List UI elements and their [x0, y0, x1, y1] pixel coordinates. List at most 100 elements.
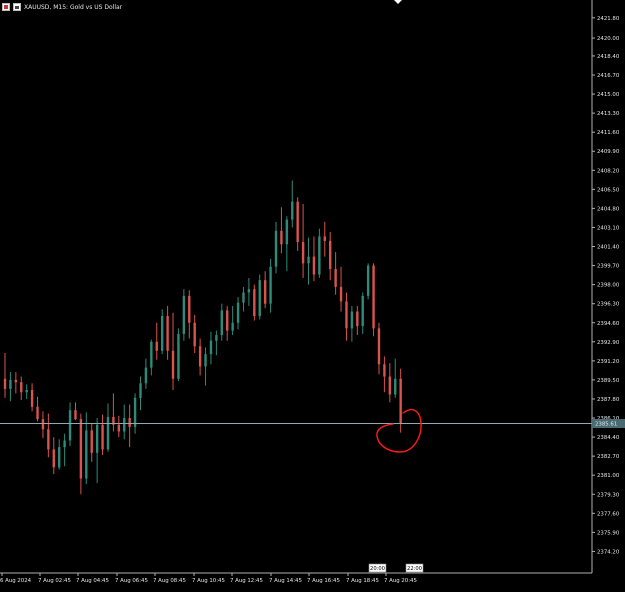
candle [356, 305, 359, 336]
candle-body [90, 430, 93, 453]
candle-body [14, 379, 18, 383]
y-tick-label: 2374.20 [597, 549, 620, 555]
candle [150, 339, 153, 376]
annotation-circle [376, 408, 422, 453]
candle [339, 266, 343, 312]
candle-body [3, 378, 7, 389]
candle-body [361, 295, 364, 327]
candle-body [30, 390, 34, 407]
y-tick-label: 2387.80 [597, 397, 620, 403]
candle [160, 309, 164, 355]
current-price-label: 2385.61 [595, 422, 617, 428]
candle [14, 372, 18, 394]
candle [209, 331, 213, 365]
candle-body [95, 424, 99, 453]
candle [269, 258, 272, 313]
candle [226, 305, 229, 341]
candle-body [383, 364, 386, 377]
candle [36, 396, 39, 422]
candle [301, 203, 305, 278]
candle-body [377, 328, 381, 365]
candle [95, 418, 99, 484]
candle-body [301, 242, 305, 264]
candle [291, 180, 294, 228]
candle [133, 393, 137, 434]
candle-body [274, 230, 278, 267]
y-tick-label: 2401.40 [597, 245, 620, 251]
y-tick-label: 2391.20 [597, 359, 620, 365]
candle-body [323, 236, 326, 241]
candle-body [372, 265, 375, 329]
candle [247, 277, 251, 306]
candle [220, 303, 223, 341]
candle-body [220, 310, 223, 336]
candle [68, 402, 72, 447]
candle [198, 338, 202, 376]
candle [377, 322, 381, 375]
candle-body [139, 383, 142, 398]
candle-body [160, 316, 164, 351]
candle-body [285, 219, 289, 245]
candle [182, 289, 186, 341]
candle-body [9, 379, 12, 389]
candle [296, 197, 299, 252]
candle-body [236, 302, 240, 323]
x-tick-label: 7 Aug 16:45 [307, 578, 340, 584]
candle [144, 358, 148, 389]
candle [204, 347, 207, 386]
candle-body [47, 429, 50, 450]
candle-body [101, 424, 104, 450]
candle-body [209, 340, 213, 355]
candle-body [394, 378, 397, 395]
x-tick-label: 7 Aug 10:45 [192, 578, 225, 584]
y-tick-label: 2411.60 [597, 130, 620, 136]
candle [258, 274, 261, 320]
scroll-marker-icon [394, 0, 402, 4]
candle [101, 414, 104, 456]
y-tick-label: 2403.10 [597, 225, 620, 231]
y-tick-label: 2389.50 [597, 378, 620, 384]
candle [177, 328, 180, 382]
y-tick-label: 2398.00 [597, 283, 620, 289]
y-tick-label: 2384.40 [597, 435, 620, 441]
candle-body [242, 292, 245, 303]
x-tick-label: 7 Aug 02:45 [38, 578, 71, 584]
candle [323, 221, 326, 257]
candle [263, 271, 267, 309]
candle-body [291, 201, 294, 220]
time-badge-label: 20:00 [370, 566, 385, 572]
candle [30, 383, 34, 412]
x-tick-label: 7 Aug 04:45 [76, 578, 109, 584]
candle-body [345, 301, 348, 329]
y-tick-label: 2392.90 [597, 340, 620, 346]
y-tick-label: 2413.30 [597, 111, 620, 117]
candle [350, 305, 354, 342]
y-tick-label: 2408.20 [597, 168, 620, 174]
x-tick-label: 7 Aug 12:45 [230, 578, 263, 584]
candle [388, 363, 392, 403]
candle [307, 237, 310, 285]
candle-body [36, 406, 39, 420]
chart-plot[interactable]: 2421.80 2420.00 2418.40 2416.70 2415.00 2413.… [0, 0, 625, 588]
candle-body [85, 430, 88, 479]
candle-body [215, 335, 218, 341]
candle-body [25, 390, 28, 393]
candle [123, 404, 126, 440]
x-tick-label: 7 Aug 18:45 [346, 578, 379, 584]
candle [274, 221, 278, 274]
candle [361, 292, 364, 334]
time-badge-label: 22:00 [407, 566, 422, 572]
candle [90, 423, 93, 462]
candle-body [280, 230, 283, 245]
candle-body [41, 419, 45, 430]
y-tick-label: 2399.70 [597, 264, 620, 270]
candle-body [123, 418, 126, 432]
x-tick-label: 6 Aug 2024 [0, 578, 32, 584]
candle-body [253, 289, 256, 317]
candle [155, 322, 158, 360]
y-tick-label: 2382.70 [597, 454, 620, 460]
candle-body [263, 280, 267, 304]
candle [47, 413, 50, 458]
candle-body [150, 341, 153, 368]
candle [74, 402, 77, 421]
